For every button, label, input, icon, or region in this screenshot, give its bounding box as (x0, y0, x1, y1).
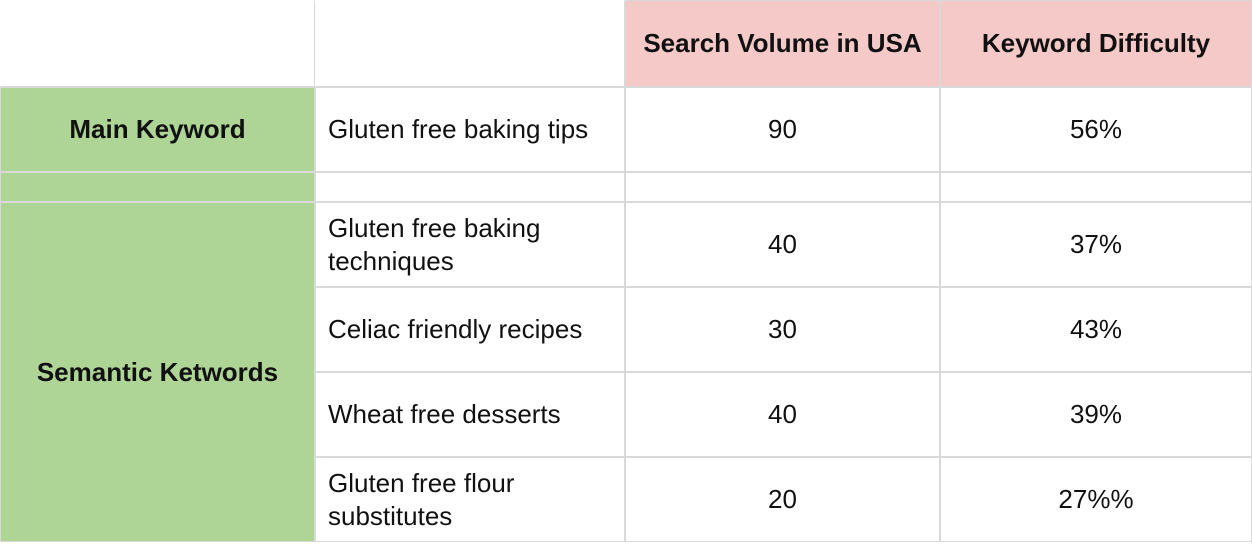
sem-difficulty-1: 43% (940, 287, 1252, 372)
main-keyword-cell: Gluten free baking tips (315, 87, 625, 172)
main-difficulty-cell: 56% (940, 87, 1252, 172)
row-label-semantic: Semantic Ketwords (0, 202, 315, 542)
header-volume: Search Volume in USA (625, 0, 940, 87)
keyword-table: Search Volume in USA Keyword Difficulty … (0, 0, 1252, 542)
row-label-main: Main Keyword (0, 87, 315, 172)
header-blank-2 (315, 0, 625, 87)
sem-difficulty-0: 37% (940, 202, 1252, 287)
sem-difficulty-3: 27%% (940, 457, 1252, 542)
sem-keyword-0: Gluten free baking techniques (315, 202, 625, 287)
sem-keyword-2: Wheat free desserts (315, 372, 625, 457)
header-blank-1 (0, 0, 315, 87)
sem-volume-0: 40 (625, 202, 940, 287)
spacer-1 (315, 172, 625, 202)
sem-volume-3: 20 (625, 457, 940, 542)
sem-keyword-1: Celiac friendly recipes (315, 287, 625, 372)
header-difficulty: Keyword Difficulty (940, 0, 1252, 87)
sem-difficulty-2: 39% (940, 372, 1252, 457)
main-volume-cell: 90 (625, 87, 940, 172)
sem-volume-1: 30 (625, 287, 940, 372)
sem-volume-2: 40 (625, 372, 940, 457)
spacer-label (0, 172, 315, 202)
sem-keyword-3: Gluten free flour substitutes (315, 457, 625, 542)
spacer-3 (940, 172, 1252, 202)
spacer-2 (625, 172, 940, 202)
